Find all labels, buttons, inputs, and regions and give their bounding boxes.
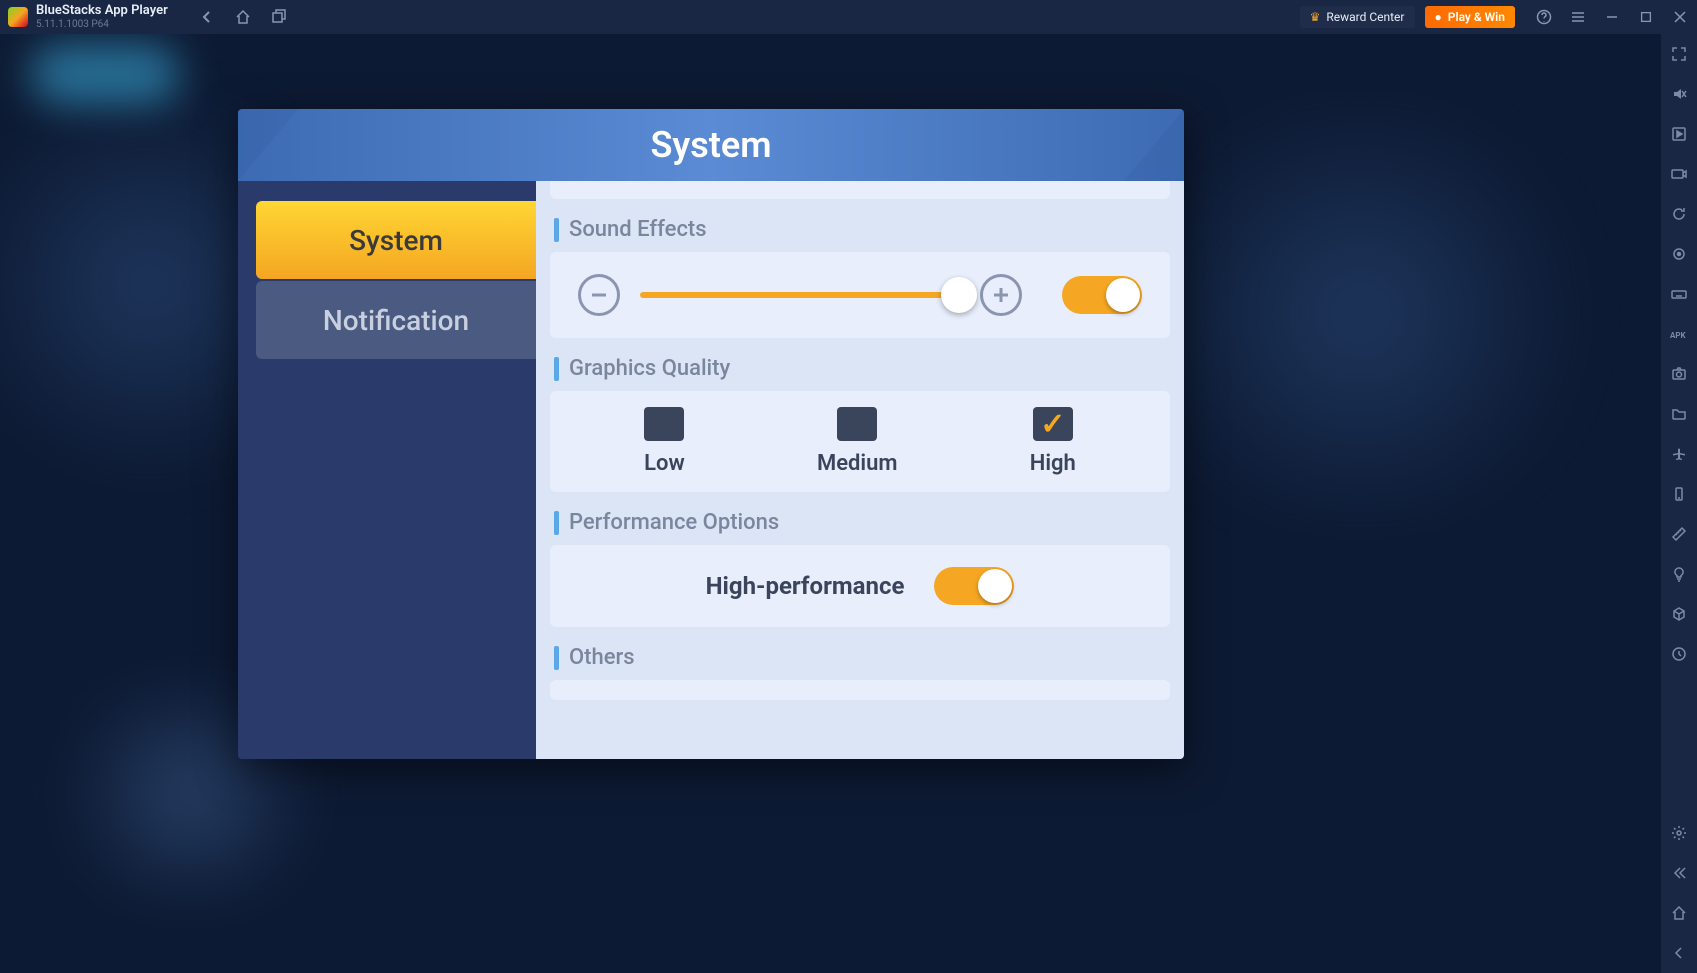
fullscreen-icon[interactable] [1669, 44, 1689, 64]
gear-icon[interactable] [1669, 823, 1689, 843]
performance-card: High-performance [550, 545, 1170, 627]
reward-label: Reward Center [1326, 10, 1404, 24]
section-label-others: Others [554, 645, 1170, 670]
tab-label: System [349, 224, 443, 257]
toggle-knob [1106, 278, 1140, 312]
section-label-performance: Performance Options [554, 510, 1170, 535]
graphics-option-low[interactable]: Low [644, 407, 685, 476]
close-icon[interactable] [1671, 8, 1689, 26]
settings-dialog: System System Notification Sound Effects [238, 109, 1184, 759]
rotate-icon[interactable] [1669, 204, 1689, 224]
toggle-knob [978, 569, 1012, 603]
slider-thumb[interactable] [941, 277, 977, 313]
target-icon[interactable] [1669, 244, 1689, 264]
folder-icon[interactable] [1669, 404, 1689, 424]
sound-effects-toggle[interactable] [1062, 276, 1142, 314]
play-label: Play & Win [1448, 10, 1505, 24]
high-performance-toggle[interactable] [934, 567, 1014, 605]
nav-back-icon[interactable] [1669, 943, 1689, 963]
content-area: System System Notification Sound Effects [0, 34, 1661, 973]
performance-option-label: High-performance [706, 572, 905, 600]
play-right-icon[interactable] [1669, 124, 1689, 144]
option-label: High [1030, 451, 1076, 476]
dialog-header: System [238, 109, 1184, 181]
keyboard-icon[interactable] [1669, 284, 1689, 304]
section-label-graphics: Graphics Quality [554, 356, 1170, 381]
app-logo-icon [8, 7, 28, 27]
fire-icon: ● [1435, 10, 1442, 24]
option-label: Low [644, 451, 685, 476]
maximize-icon[interactable] [1637, 8, 1655, 26]
sidebar-tab-system[interactable]: System [256, 201, 536, 279]
volume-icon[interactable] [1669, 84, 1689, 104]
svg-text:APK: APK [1670, 331, 1687, 340]
recent-icon[interactable] [270, 8, 288, 26]
graphics-option-medium[interactable]: Medium [817, 407, 898, 476]
title-bar: BlueStacks App Player 5.11.1.1003 P64 ♛ … [0, 0, 1697, 34]
volume-minus-button[interactable] [578, 274, 620, 316]
tab-label: Notification [323, 304, 469, 337]
side-toolbar: APK [1661, 34, 1697, 973]
section-label-sound: Sound Effects [554, 217, 1170, 242]
section-card-partial [550, 181, 1170, 199]
bulb-icon[interactable] [1669, 564, 1689, 584]
hamburger-icon[interactable] [1569, 8, 1587, 26]
screenshot-icon[interactable] [1669, 364, 1689, 384]
background-tab-blur [30, 44, 180, 104]
others-card [550, 680, 1170, 700]
crown-icon: ♛ [1310, 10, 1321, 24]
graphics-quality-card: Low Medium ✓ High [550, 391, 1170, 492]
app-version: 5.11.1.1003 P64 [36, 19, 168, 30]
checkbox-checked-icon: ✓ [1033, 407, 1073, 441]
airplane-icon[interactable] [1669, 444, 1689, 464]
cube-icon[interactable] [1669, 604, 1689, 624]
checkbox-icon [837, 407, 877, 441]
ruler-icon[interactable] [1669, 524, 1689, 544]
home-icon[interactable] [234, 8, 252, 26]
back-icon[interactable] [198, 8, 216, 26]
graphics-option-high[interactable]: ✓ High [1030, 407, 1076, 476]
collapse-icon[interactable] [1669, 863, 1689, 883]
camera-icon[interactable] [1669, 164, 1689, 184]
sound-effects-card [550, 252, 1170, 338]
dialog-main: Sound Effects [536, 181, 1184, 759]
volume-plus-button[interactable] [980, 274, 1022, 316]
clock-icon[interactable] [1669, 644, 1689, 664]
volume-slider[interactable] [640, 292, 960, 298]
apk-icon[interactable]: APK [1669, 324, 1689, 344]
help-icon[interactable] [1535, 8, 1553, 26]
checkbox-icon [644, 407, 684, 441]
nav-home-icon[interactable] [1669, 903, 1689, 923]
reward-center-button[interactable]: ♛ Reward Center [1300, 6, 1415, 28]
minimize-icon[interactable] [1603, 8, 1621, 26]
dialog-title: System [650, 124, 771, 166]
sidebar-tab-notification[interactable]: Notification [256, 281, 536, 359]
option-label: Medium [817, 451, 898, 476]
device-icon[interactable] [1669, 484, 1689, 504]
play-win-button[interactable]: ● Play & Win [1425, 6, 1516, 28]
dialog-sidebar: System Notification [238, 181, 536, 759]
app-title: BlueStacks App Player [36, 4, 168, 18]
